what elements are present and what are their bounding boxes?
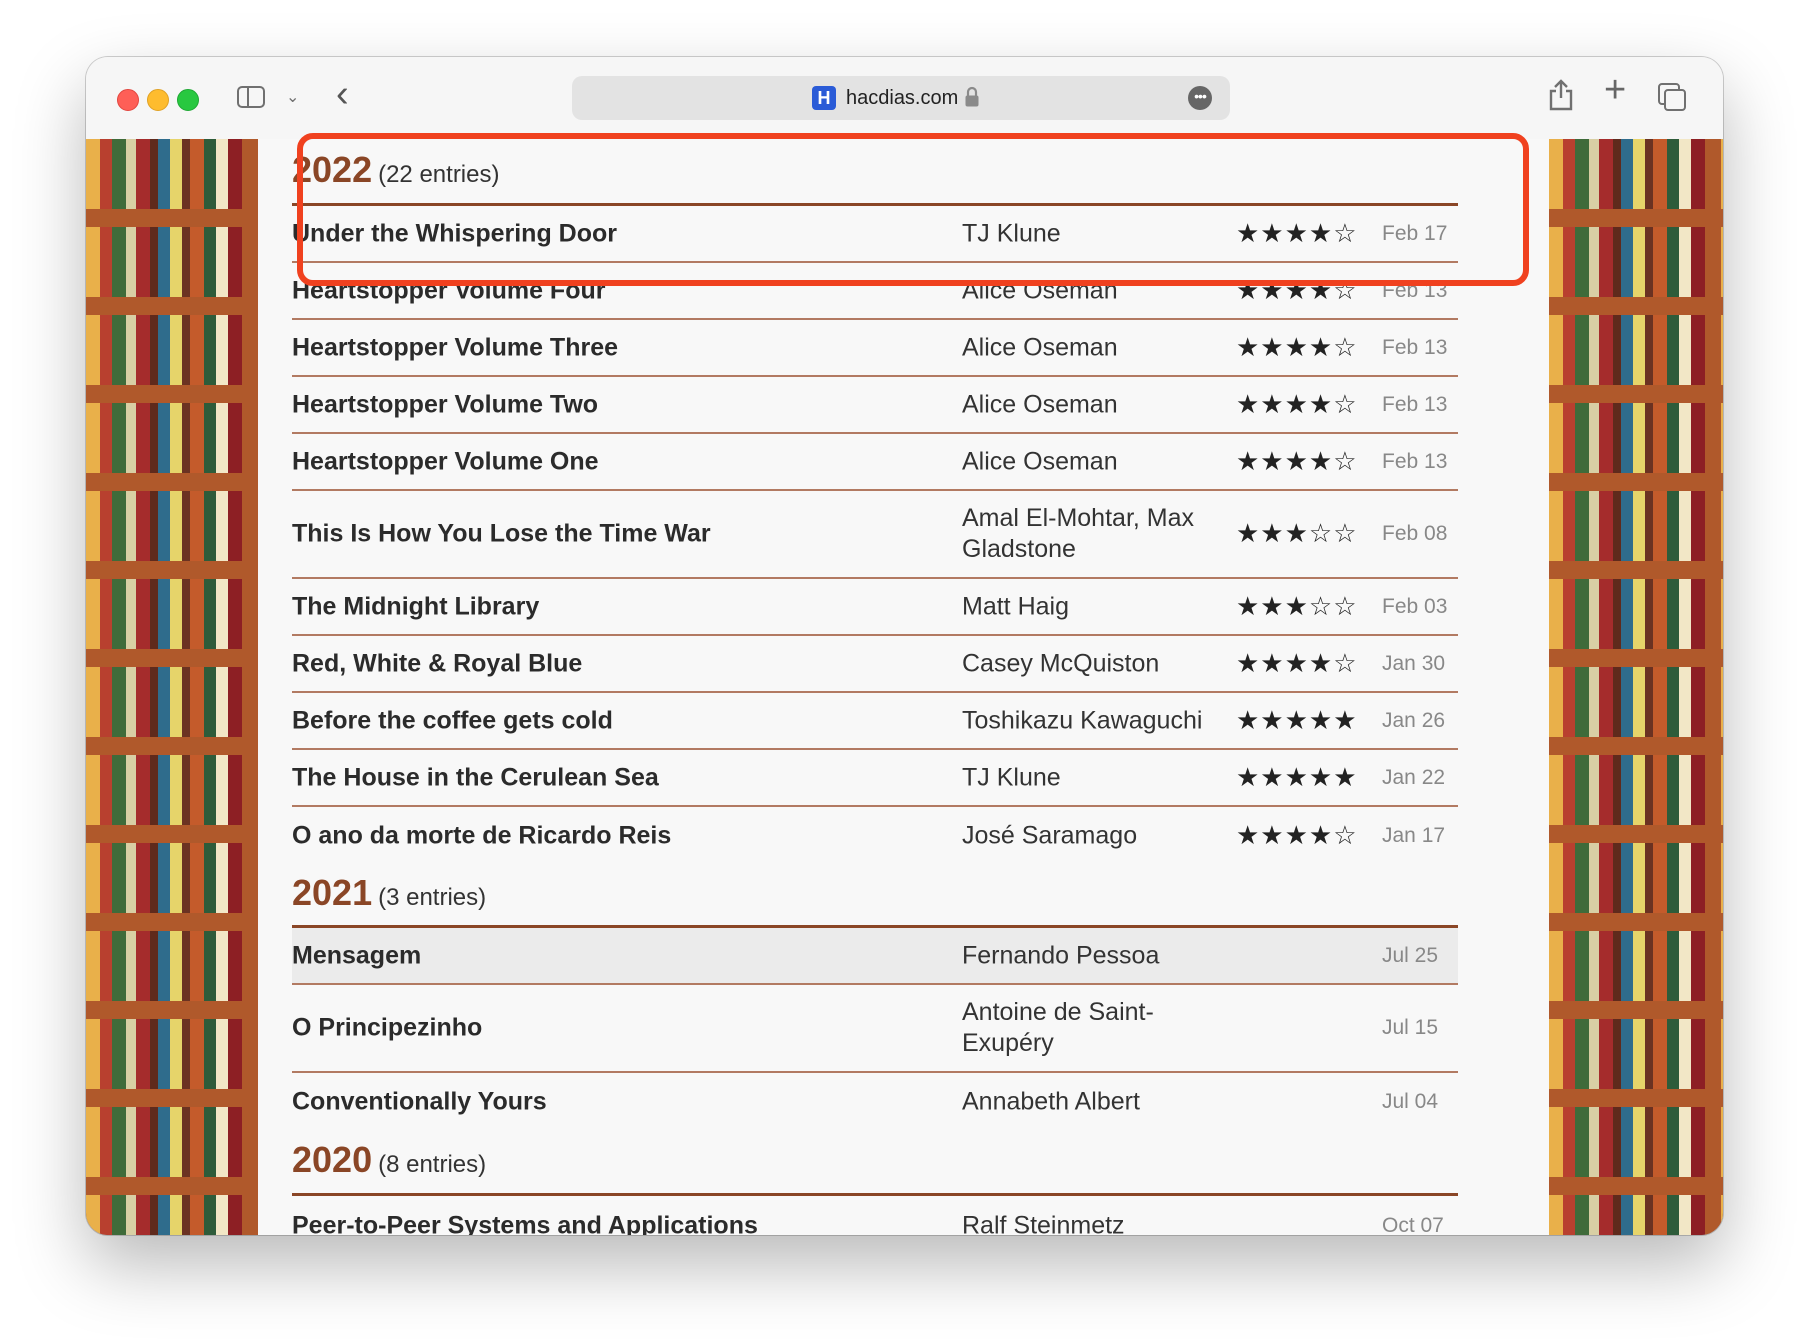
table-row[interactable]: The Midnight Library Matt Haig ★★★☆☆ Feb… — [292, 579, 1458, 636]
bookshelf-background-right — [1549, 139, 1723, 1235]
book-title[interactable]: The Midnight Library — [292, 592, 539, 621]
book-author: Toshikazu Kawaguchi — [962, 706, 1203, 734]
rating-stars: ★★★★★ — [1236, 762, 1358, 793]
zoom-window-button[interactable] — [177, 89, 199, 111]
reading-list-page: 2022 (22 entries) Under the Whispering Do… — [258, 139, 1549, 1235]
read-date: Feb 13 — [1382, 335, 1448, 359]
year-heading-2021: 2021 (3 entries) — [292, 872, 486, 916]
section-divider — [292, 1193, 1458, 1196]
book-title[interactable]: Before the coffee gets cold — [292, 706, 613, 735]
book-title[interactable]: Mensagem — [292, 941, 421, 970]
url-text: hacdias.com — [846, 87, 959, 109]
rating-stars: ★★★☆☆ — [1236, 519, 1358, 549]
rating-stars: ★★★★☆ — [1236, 446, 1358, 477]
book-author: Alice Oseman — [962, 447, 1118, 475]
table-row[interactable]: Mensagem Fernando Pessoa Jul 25 — [292, 928, 1458, 985]
read-date: Jan 26 — [1382, 708, 1446, 732]
new-tab-icon[interactable]: + — [1604, 71, 1626, 109]
book-title[interactable]: Peer-to-Peer Systems and Applications — [292, 1211, 758, 1235]
favicon-icon: H — [812, 86, 836, 110]
book-title[interactable]: Heartstopper Volume Two — [292, 390, 598, 419]
book-author: Alice Oseman — [962, 390, 1118, 418]
book-author: Matt Haig — [962, 592, 1069, 620]
browser-toolbar: ⌄ ‹ H hacdias.com ••• + — [86, 57, 1723, 140]
year-label: 2021 — [292, 872, 373, 913]
chevron-down-icon[interactable]: ⌄ — [286, 87, 299, 107]
table-row[interactable]: O Principezinho Antoine de Saint-Exupéry… — [292, 985, 1458, 1073]
book-title[interactable]: Red, White & Royal Blue — [292, 649, 582, 678]
read-date: Feb 08 — [1382, 522, 1448, 545]
book-title[interactable]: Conventionally Yours — [292, 1087, 547, 1116]
book-author: Antoine de Saint-Exupéry — [962, 998, 1154, 1057]
table-row[interactable]: Conventionally Yours Annabeth Albert Jul… — [292, 1073, 1458, 1130]
read-date: Jul 04 — [1382, 1089, 1439, 1113]
sidebar-toggle-icon[interactable] — [237, 86, 265, 108]
book-title[interactable]: The House in the Cerulean Sea — [292, 763, 659, 792]
table-row[interactable]: Heartstopper Volume Three Alice Oseman ★… — [292, 320, 1458, 377]
tab-overview-icon[interactable] — [1658, 83, 1686, 111]
read-date: Jan 22 — [1382, 765, 1446, 789]
book-author: Annabeth Albert — [962, 1087, 1140, 1115]
table-row[interactable]: Heartstopper Volume Two Alice Oseman ★★★… — [292, 377, 1458, 434]
table-row[interactable]: This Is How You Lose the Time War Amal E… — [292, 491, 1458, 579]
table-row[interactable]: The House in the Cerulean Sea TJ Klune ★… — [292, 750, 1458, 807]
bookshelf-background-left — [86, 139, 258, 1235]
share-icon[interactable] — [1548, 79, 1574, 111]
book-author: José Saramago — [962, 821, 1138, 849]
book-title[interactable]: Heartstopper Volume Three — [292, 333, 618, 362]
read-date: Jan 30 — [1382, 651, 1446, 675]
read-date: Jan 17 — [1382, 823, 1446, 847]
close-window-button[interactable] — [117, 89, 139, 111]
book-author: Amal El-Mohtar, Max Gladstone — [962, 504, 1195, 563]
minimize-window-button[interactable] — [147, 89, 169, 111]
book-author: Ralf Steinmetz — [962, 1211, 1125, 1235]
read-date: Jul 25 — [1382, 943, 1439, 967]
highlight-annotation-box — [297, 133, 1529, 286]
rating-stars: ★★★☆☆ — [1236, 591, 1358, 622]
book-author: TJ Klune — [962, 763, 1061, 791]
table-row[interactable]: Before the coffee gets cold Toshikazu Ka… — [292, 693, 1458, 750]
year-heading-2020: 2020 (8 entries) — [292, 1139, 486, 1183]
rating-stars: ★★★★☆ — [1236, 648, 1358, 679]
table-row[interactable]: Peer-to-Peer Systems and Applications Ra… — [292, 1197, 1458, 1235]
table-row[interactable]: O ano da morte de Ricardo Reis José Sara… — [292, 807, 1458, 864]
table-row[interactable]: Heartstopper Volume One Alice Oseman ★★★… — [292, 434, 1458, 491]
book-author: Casey McQuiston — [962, 649, 1160, 677]
back-icon[interactable]: ‹ — [336, 75, 349, 113]
more-options-icon[interactable]: ••• — [1188, 86, 1212, 110]
read-date: Oct 07 — [1382, 1213, 1444, 1236]
table-row[interactable]: Red, White & Royal Blue Casey McQuiston … — [292, 636, 1458, 693]
book-title[interactable]: This Is How You Lose the Time War — [292, 520, 711, 549]
book-title[interactable]: O Principezinho — [292, 1014, 482, 1043]
year-label: 2020 — [292, 1139, 373, 1180]
book-title[interactable]: O ano da morte de Ricardo Reis — [292, 821, 671, 850]
read-date: Jul 15 — [1382, 1016, 1439, 1039]
lock-icon — [965, 86, 979, 107]
rating-stars: ★★★★★ — [1236, 705, 1358, 736]
rating-stars: ★★★★☆ — [1236, 820, 1358, 851]
book-author: Alice Oseman — [962, 333, 1118, 361]
book-title[interactable]: Heartstopper Volume One — [292, 447, 599, 476]
read-date: Feb 13 — [1382, 392, 1448, 416]
book-author: Fernando Pessoa — [962, 941, 1160, 969]
address-bar[interactable]: H hacdias.com ••• — [572, 76, 1230, 120]
rating-stars: ★★★★☆ — [1236, 332, 1358, 363]
rating-stars: ★★★★☆ — [1236, 389, 1358, 420]
entry-count: (3 entries) — [378, 884, 487, 911]
entry-count: (8 entries) — [378, 1151, 487, 1178]
read-date: Feb 13 — [1382, 449, 1448, 473]
read-date: Feb 03 — [1382, 594, 1448, 618]
